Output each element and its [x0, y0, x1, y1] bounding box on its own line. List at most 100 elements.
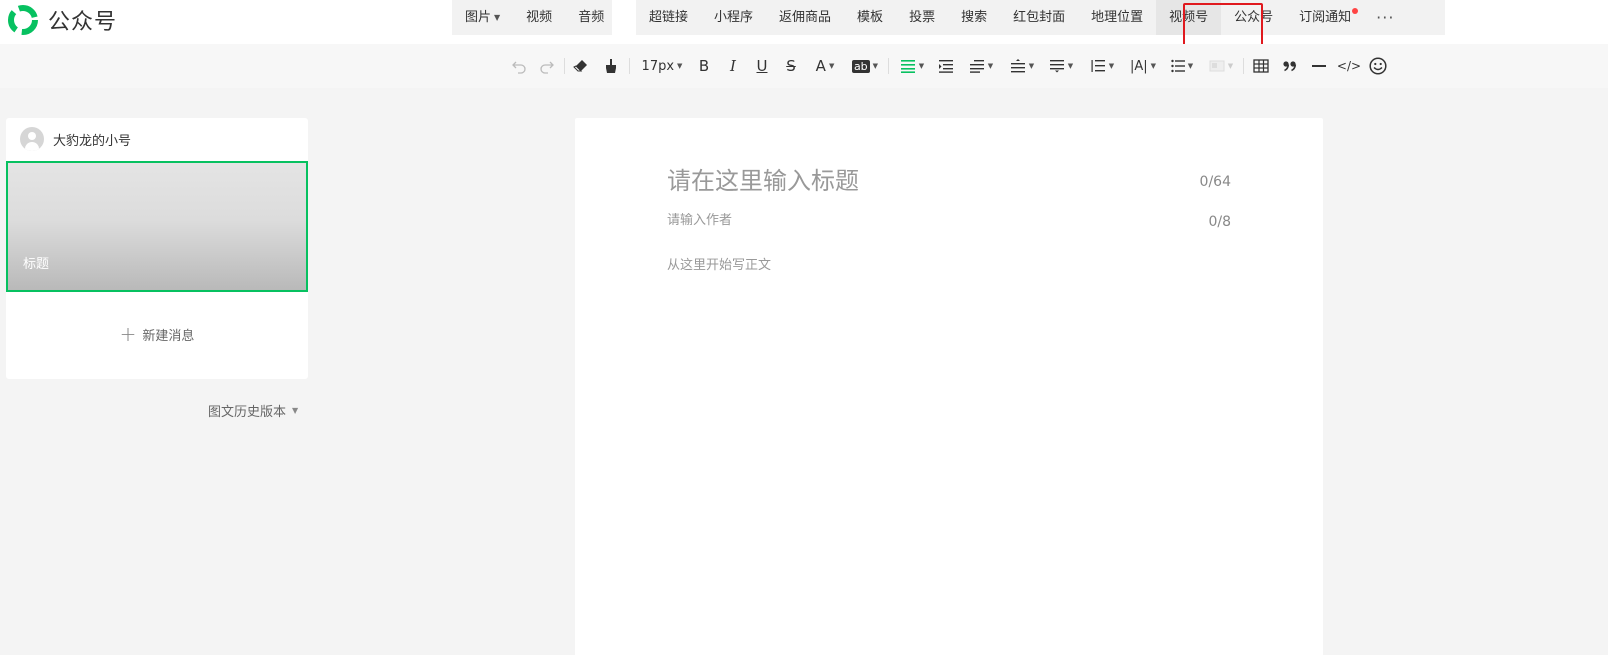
insert-media-group: 图片 ▼ 视频 音频 [452, 0, 612, 35]
plus-icon: + [119, 322, 137, 346]
first-line-indent-icon[interactable]: ▼ [966, 55, 996, 77]
insert-vote-button[interactable]: 投票 [896, 0, 948, 35]
insert-commission-product-label: 返佣商品 [779, 10, 832, 25]
image-layout-icon[interactable]: ▼ [1207, 55, 1235, 77]
insert-red-packet-cover-button[interactable]: 红包封面 [1000, 0, 1078, 35]
insert-hyperlink-button[interactable]: 超链接 [636, 0, 701, 35]
title-input[interactable] [667, 167, 1167, 195]
app-name: 公众号 [48, 10, 118, 35]
undo-icon[interactable] [510, 55, 528, 77]
insert-video-label: 视频 [526, 10, 553, 25]
align-icon[interactable]: ▼ [898, 55, 926, 77]
paragraph-spacing-after-icon[interactable]: ▼ [1046, 55, 1076, 77]
chevron-down-icon: ▼ [987, 62, 994, 70]
account-name: 大豹龙的小号 [53, 133, 132, 149]
avatar [20, 127, 44, 151]
insert-subscription-notice-button[interactable]: 订阅通知 [1286, 0, 1364, 35]
code-icon[interactable]: </> [1336, 55, 1362, 77]
divider-icon[interactable] [1310, 55, 1328, 77]
italic-icon[interactable]: I [725, 55, 741, 77]
table-icon[interactable] [1252, 55, 1270, 77]
more-button[interactable]: ··· [1364, 0, 1406, 35]
italic-label: I [730, 57, 736, 75]
insert-miniprogram-button[interactable]: 小程序 [701, 0, 766, 35]
format-brush-icon[interactable] [602, 55, 620, 77]
editor-panel: 0/64 0/8 从这里开始写正文 [575, 118, 1323, 655]
chevron-down-icon: ▼ [1150, 62, 1157, 70]
underline-label: U [756, 57, 768, 75]
chevron-down-icon: ▼ [1028, 62, 1035, 70]
insert-template-button[interactable]: 模板 [844, 0, 896, 35]
insert-commission-product-button[interactable]: 返佣商品 [766, 0, 844, 35]
top-bar: 公众号 图片 ▼ 视频 音频 超链接 小程序 返佣商品 模板 投票 搜索 红包封… [0, 0, 1608, 54]
background-color-label: ab [851, 59, 870, 73]
font-size-dropdown[interactable]: 17px ▼ [639, 55, 685, 77]
toolbar-separator [1243, 58, 1244, 74]
insert-video-button[interactable]: 视频 [513, 0, 565, 35]
underline-icon[interactable]: U [754, 55, 770, 77]
eraser-icon[interactable] [572, 55, 590, 77]
font-color-icon[interactable]: A ▼ [812, 55, 838, 77]
insert-vote-label: 投票 [909, 10, 936, 25]
insert-official-account-label: 公众号 [1234, 10, 1274, 25]
chevron-down-icon: ▼ [1108, 62, 1115, 70]
insert-channels-label: 视频号 [1169, 10, 1209, 25]
chevron-down-icon: ▼ [1067, 62, 1074, 70]
letter-spacing-label: |A| [1129, 58, 1148, 74]
history-versions-label: 图文历史版本 [208, 405, 287, 420]
format-toolbar: 17px ▼ B I U S A ▼ ab ▼ ▼ ▼ ▼ ▼ ▼ |A| ▼ ▼ ▼ … [0, 44, 1608, 88]
font-color-label: A [815, 57, 826, 75]
history-versions-dropdown[interactable]: 图文历史版本 ▼ [208, 401, 298, 420]
bold-icon[interactable]: B [696, 55, 712, 77]
notification-dot [1352, 8, 1359, 14]
toolbar-separator [629, 58, 630, 74]
insert-search-label: 搜索 [961, 10, 988, 25]
chevron-down-icon: ▼ [828, 62, 835, 70]
insert-subscription-notice-label: 订阅通知 [1299, 10, 1352, 25]
insert-red-packet-cover-label: 红包封面 [1013, 10, 1066, 25]
article-card-title: 标题 [23, 257, 50, 272]
list-icon[interactable]: ▼ [1169, 55, 1195, 77]
strikethrough-label: S [786, 57, 796, 75]
insert-search-button[interactable]: 搜索 [948, 0, 1000, 35]
code-label: </> [1336, 59, 1362, 73]
indent-icon[interactable] [937, 55, 955, 77]
font-size-value: 17px [641, 58, 675, 74]
paragraph-spacing-before-icon[interactable]: ▼ [1007, 55, 1037, 77]
new-message-button[interactable]: + 新建消息 [6, 322, 308, 346]
strikethrough-icon[interactable]: S [783, 55, 799, 77]
insert-channels-button[interactable]: 视频号 [1156, 0, 1222, 35]
bold-label: B [698, 57, 710, 75]
account-row: 大豹龙的小号 [6, 118, 308, 160]
line-height-icon[interactable]: ▼ [1087, 55, 1117, 77]
insert-template-label: 模板 [857, 10, 884, 25]
insert-component-group: 超链接 小程序 返佣商品 模板 投票 搜索 红包封面 地理位置 视频号 公众号 … [636, 0, 1445, 35]
insert-location-button[interactable]: 地理位置 [1078, 0, 1156, 35]
insert-audio-button[interactable]: 音频 [565, 0, 617, 35]
article-card-selected[interactable]: 标题 [6, 161, 308, 292]
toolbar-separator [888, 58, 889, 74]
insert-hyperlink-label: 超链接 [649, 10, 689, 25]
chevron-down-icon: ▼ [494, 13, 501, 22]
wechat-official-logo-icon [8, 5, 38, 35]
background-color-icon[interactable]: ab ▼ [850, 55, 880, 77]
insert-audio-label: 音频 [578, 10, 605, 25]
author-input[interactable] [667, 213, 967, 228]
emoji-icon[interactable] [1368, 55, 1388, 77]
insert-image-button[interactable]: 图片 ▼ [452, 0, 513, 35]
toolbar-separator [564, 58, 565, 74]
chevron-down-icon: ▼ [1187, 62, 1194, 70]
redo-icon[interactable] [538, 55, 556, 77]
chevron-down-icon: ▼ [918, 62, 925, 70]
author-char-count: 0/8 [1208, 214, 1231, 230]
quote-icon[interactable] [1281, 55, 1299, 77]
logo[interactable]: 公众号 [6, 4, 117, 36]
body-editor[interactable]: 从这里开始写正文 [667, 254, 771, 273]
chevron-down-icon: ▼ [1227, 62, 1234, 70]
insert-official-account-button[interactable]: 公众号 [1221, 0, 1286, 35]
chevron-down-icon: ▼ [292, 406, 299, 415]
title-char-count: 0/64 [1199, 174, 1231, 190]
new-message-label: 新建消息 [142, 328, 195, 344]
letter-spacing-icon[interactable]: |A| ▼ [1127, 55, 1159, 77]
insert-image-label: 图片 [465, 10, 492, 25]
